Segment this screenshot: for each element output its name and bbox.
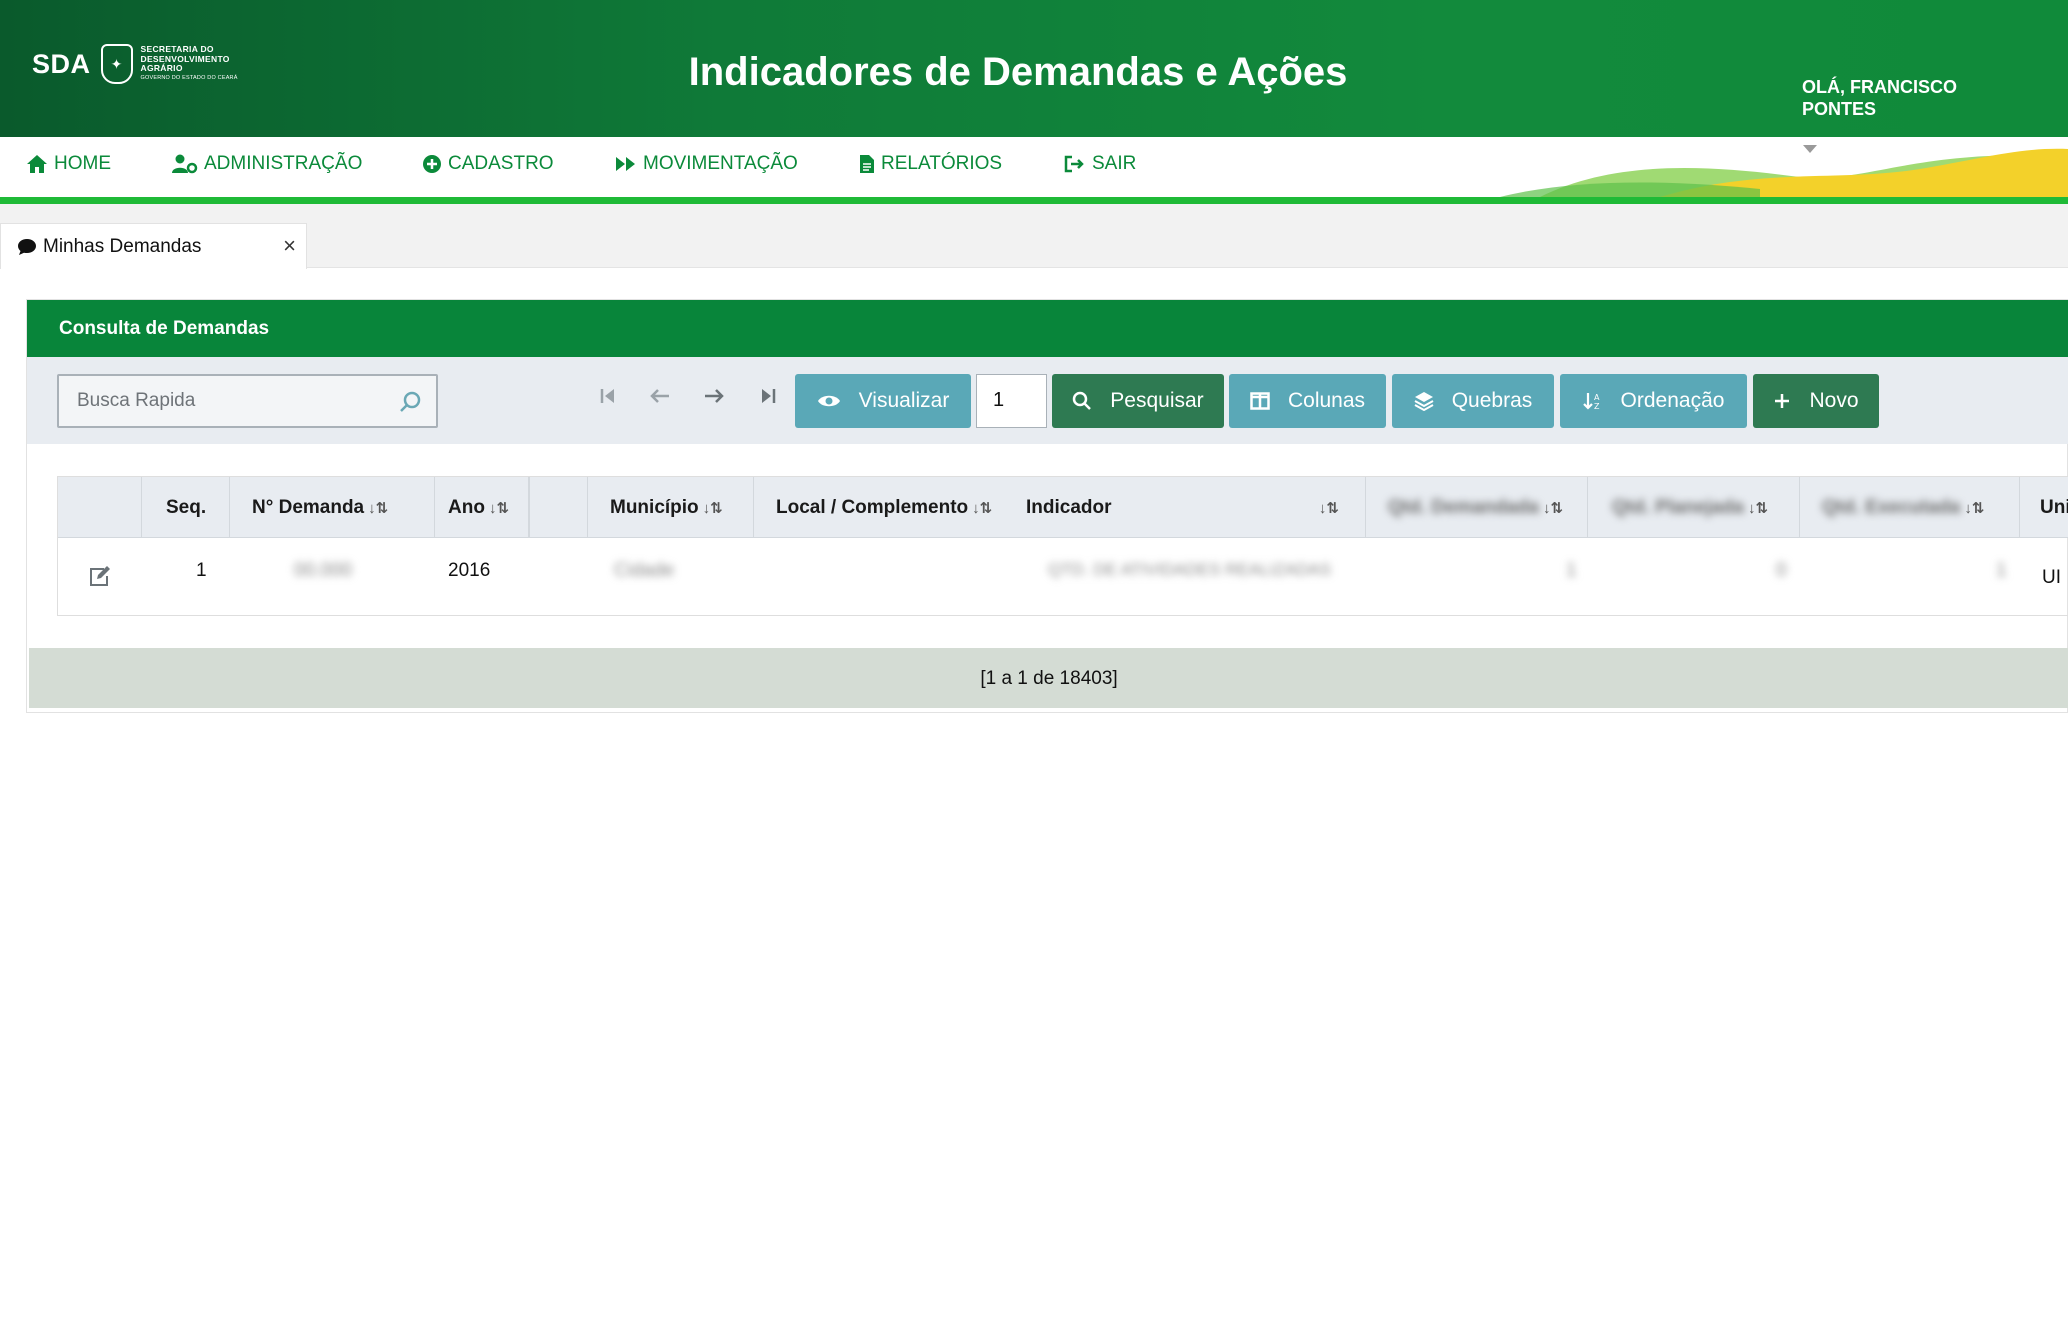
- column-header-qtd-planejada[interactable]: Qtd. Planejada ↓⇅: [1588, 477, 1800, 538]
- column-header-qtd-executada[interactable]: Qtd. Executada ↓⇅: [1800, 477, 2020, 538]
- nav-item-label: CADASTRO: [448, 153, 554, 174]
- first-page-icon[interactable]: [599, 387, 617, 405]
- column-header-local[interactable]: Local / Complemento ↓⇅: [754, 477, 1026, 538]
- novo-button[interactable]: Novo: [1753, 374, 1879, 428]
- file-icon: [860, 155, 874, 173]
- nav-item-label: ADMINISTRAÇÃO: [204, 153, 363, 174]
- user-menu-chevron-icon[interactable]: [1803, 145, 1817, 153]
- cell-seq: 1: [196, 560, 207, 581]
- previous-page-icon[interactable]: [649, 387, 671, 405]
- cell-unidade: UI: [2042, 567, 2061, 588]
- ordenacao-button[interactable]: AZ Ordenação: [1560, 374, 1747, 428]
- visualizar-button[interactable]: Visualizar: [795, 374, 971, 428]
- plus-circle-icon: [423, 155, 441, 173]
- toolbar: Busca Rapida Visualizar 1 Pesquisar Colu…: [27, 357, 2068, 444]
- sort-icon[interactable]: ↓⇅: [1543, 499, 1563, 517]
- nav-divider: [0, 197, 2068, 204]
- close-icon[interactable]: ×: [283, 233, 296, 259]
- column-header-ano[interactable]: Ano ↓⇅: [434, 477, 588, 538]
- fast-forward-icon: [616, 157, 635, 171]
- column-header-actions: [58, 477, 142, 538]
- demandas-table: Seq. N° Demanda ↓⇅ Ano ↓⇅ Município ↓⇅ L…: [57, 476, 2068, 616]
- next-page-icon[interactable]: [703, 387, 725, 405]
- app-header: SDA ✦ SECRETARIA DO DESENVOLVIMENTO AGRÁ…: [0, 0, 2068, 137]
- table-header: Seq. N° Demanda ↓⇅ Ano ↓⇅ Município ↓⇅ L…: [58, 477, 2068, 538]
- sort-icon[interactable]: ↓⇅: [1964, 499, 1984, 517]
- sort-icon: AZ: [1582, 393, 1600, 411]
- layers-icon: [1414, 392, 1434, 411]
- nav-item-sair[interactable]: SAIR: [1064, 153, 1136, 175]
- quebras-button[interactable]: Quebras: [1392, 374, 1554, 428]
- home-icon: [27, 155, 47, 173]
- plus-icon: [1775, 394, 1790, 408]
- tab-minhas-demandas[interactable]: Minhas Demandas ×: [0, 223, 307, 269]
- pagination-summary: [1 a 1 de 18403]: [29, 648, 2068, 708]
- user-greeting[interactable]: OLÁ, FRANCISCO PONTES: [1802, 76, 2022, 120]
- panel-title: Consulta de Demandas: [27, 300, 2068, 357]
- svg-text:A: A: [1594, 393, 1600, 402]
- column-header-seq[interactable]: Seq.: [142, 477, 230, 538]
- colunas-button[interactable]: Colunas: [1229, 374, 1386, 428]
- cell-municipio: Cidade: [614, 560, 675, 581]
- nav-item-home[interactable]: HOME: [26, 153, 111, 175]
- comment-icon: [18, 238, 36, 255]
- eye-icon: [817, 395, 840, 407]
- sort-icon[interactable]: ↓⇅: [703, 499, 723, 517]
- page-number-input[interactable]: 1: [976, 374, 1047, 428]
- sort-icon[interactable]: ↓⇅: [972, 499, 992, 517]
- sort-icon[interactable]: ↓⇅: [1748, 499, 1768, 517]
- nav-item-label: HOME: [54, 153, 111, 174]
- nav-item-movimentacao[interactable]: MOVIMENTAÇÃO: [615, 153, 798, 175]
- edit-icon[interactable]: [88, 565, 112, 587]
- cell-qtd-planejada: 0: [1776, 560, 1787, 581]
- search-placeholder: Busca Rapida: [77, 390, 196, 411]
- nav-item-cadastro[interactable]: CADASTRO: [422, 153, 554, 175]
- tab-label: Minhas Demandas: [43, 235, 202, 257]
- sort-icon[interactable]: ↓⇅: [1319, 499, 1339, 517]
- search-input[interactable]: Busca Rapida: [57, 374, 438, 428]
- sign-out-icon: [1064, 155, 1084, 173]
- column-header-municipio[interactable]: Município ↓⇅: [588, 477, 754, 538]
- page-title: Indicadores de Demandas e Ações: [688, 50, 1348, 94]
- nav-item-label: SAIR: [1092, 153, 1137, 174]
- search-icon: [1073, 391, 1092, 410]
- pesquisar-button[interactable]: Pesquisar: [1052, 374, 1224, 428]
- decorative-hills-icon: [1500, 148, 2068, 197]
- last-page-icon[interactable]: [759, 387, 777, 405]
- cell-demanda: 00.000: [294, 560, 353, 581]
- cell-indicador: QTD. DE ATIVIDADES REALIZADAS: [1048, 560, 1332, 579]
- column-header-qtd-demandada[interactable]: Qtd. Demandada ↓⇅: [1366, 477, 1588, 538]
- column-header-unidade[interactable]: Unida: [2020, 477, 2068, 538]
- svg-text:Z: Z: [1594, 402, 1600, 411]
- sort-icon[interactable]: ↓⇅: [489, 499, 509, 517]
- nav-item-label: MOVIMENTAÇÃO: [643, 153, 798, 174]
- consulta-panel: Consulta de Demandas Busca Rapida Visual…: [26, 299, 2068, 713]
- cell-qtd-demandada: 1: [1566, 560, 1577, 581]
- search-icon[interactable]: [398, 390, 422, 414]
- nav-item-label: RELATÓRIOS: [881, 153, 1003, 174]
- nav-item-administracao[interactable]: ADMINISTRAÇÃO: [172, 153, 362, 175]
- cell-qtd-executada: 1: [1996, 560, 2007, 581]
- cell-ano: 2016: [448, 560, 491, 581]
- column-header-indicador[interactable]: Indicador ↓⇅: [1026, 477, 1366, 538]
- columns-icon: [1250, 392, 1270, 410]
- main-nav: HOME ADMINISTRAÇÃO CADASTRO MOVIMENTAÇÃO…: [0, 137, 2068, 197]
- tab-bar: Minhas Demandas ×: [0, 204, 2068, 269]
- nav-item-relatorios[interactable]: RELATÓRIOS: [859, 153, 1002, 175]
- user-cog-icon: [172, 154, 198, 174]
